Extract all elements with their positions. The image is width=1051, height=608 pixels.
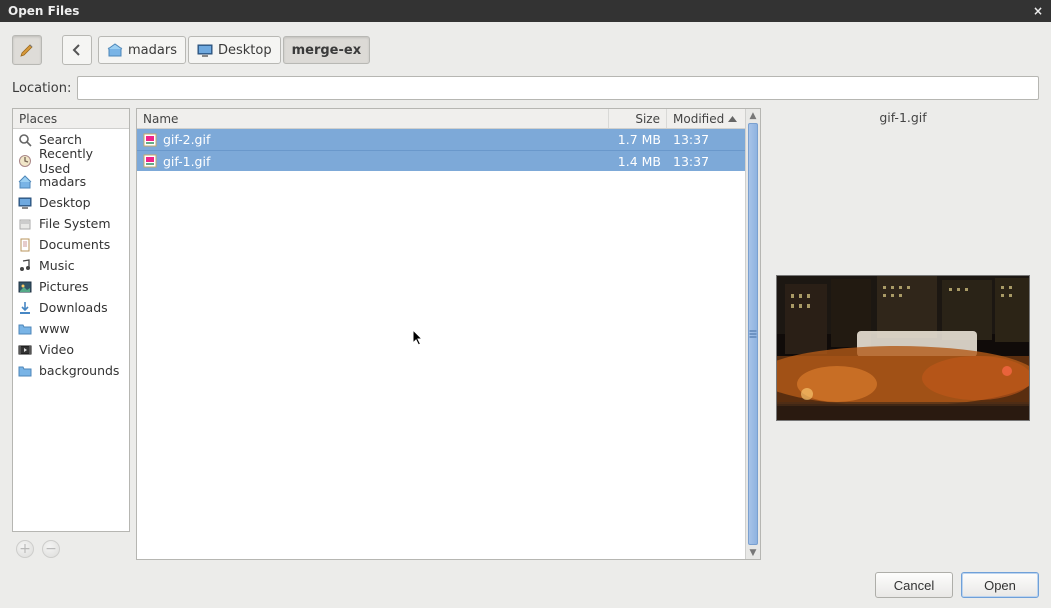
file-name: gif-1.gif xyxy=(163,154,210,169)
places-item-label: Pictures xyxy=(39,279,89,294)
preview-filename: gif-1.gif xyxy=(879,110,926,125)
breadcrumb-label: Desktop xyxy=(218,43,272,58)
file-modified: 13:37 xyxy=(667,154,745,169)
scrollbar-vertical[interactable]: ▲ ▼ xyxy=(745,109,760,559)
remove-bookmark-button[interactable]: − xyxy=(42,540,60,558)
places-item-file-system[interactable]: File System xyxy=(13,213,129,234)
desktop-icon xyxy=(17,195,33,211)
open-button[interactable]: Open xyxy=(961,572,1039,598)
recent-icon xyxy=(17,153,33,169)
places-item-label: www xyxy=(39,321,70,336)
places-item-label: Video xyxy=(39,342,74,357)
home-icon xyxy=(107,43,123,57)
location-input[interactable] xyxy=(77,76,1039,100)
file-row[interactable]: gif-2.gif 1.7 MB13:37 xyxy=(137,129,745,150)
sort-asc-icon xyxy=(728,116,737,122)
video-icon xyxy=(17,342,33,358)
places-item-pictures[interactable]: Pictures xyxy=(13,276,129,297)
dialog-buttons: Cancel Open xyxy=(12,568,1039,598)
places-item-label: backgrounds xyxy=(39,363,119,378)
doc-icon xyxy=(17,237,33,253)
file-row[interactable]: gif-1.gif 1.4 MB13:37 xyxy=(137,150,745,171)
home-icon xyxy=(17,174,33,190)
places-item-downloads[interactable]: Downloads xyxy=(13,297,129,318)
places-item-recently-used[interactable]: Recently Used xyxy=(13,150,129,171)
desktop-icon xyxy=(197,43,213,57)
preview-image xyxy=(776,275,1030,421)
file-list-panel: Name Size Modified gif-2.gif1.7 MB13:37g… xyxy=(136,108,761,560)
scroll-up-icon[interactable]: ▲ xyxy=(746,109,760,122)
titlebar[interactable]: Open Files × xyxy=(0,0,1051,22)
places-item-label: File System xyxy=(39,216,111,231)
breadcrumb: madars Desktop merge-ex xyxy=(98,36,370,64)
breadcrumb-label: madars xyxy=(128,43,177,58)
image-file-icon xyxy=(143,133,157,147)
breadcrumb-label: merge-ex xyxy=(292,43,362,58)
search-icon xyxy=(17,132,33,148)
pic-icon xyxy=(17,279,33,295)
location-label: Location: xyxy=(12,81,71,96)
image-file-icon xyxy=(143,154,157,168)
folder-icon xyxy=(17,321,33,337)
column-header-name[interactable]: Name xyxy=(137,109,609,128)
cancel-button[interactable]: Cancel xyxy=(875,572,953,598)
column-header-modified-label: Modified xyxy=(673,112,724,126)
column-header-size[interactable]: Size xyxy=(609,109,667,128)
places-item-label: Documents xyxy=(39,237,110,252)
places-item-label: Music xyxy=(39,258,75,273)
chevron-left-icon xyxy=(72,44,82,56)
column-header-modified[interactable]: Modified xyxy=(667,109,745,128)
places-item-www[interactable]: www xyxy=(13,318,129,339)
file-size: 1.4 MB xyxy=(609,154,667,169)
breadcrumb-desktop[interactable]: Desktop xyxy=(188,36,281,64)
places-item-video[interactable]: Video xyxy=(13,339,129,360)
edit-path-button[interactable] xyxy=(12,35,42,65)
file-name: gif-2.gif xyxy=(163,132,210,147)
breadcrumb-madars[interactable]: madars xyxy=(98,36,186,64)
places-item-label: Desktop xyxy=(39,195,91,210)
toolbar: madars Desktop merge-ex xyxy=(12,32,1039,68)
back-button[interactable] xyxy=(62,35,92,65)
places-item-desktop[interactable]: Desktop xyxy=(13,192,129,213)
places-item-label: madars xyxy=(39,174,86,189)
scrollbar-thumb[interactable] xyxy=(748,123,758,545)
add-bookmark-button[interactable]: + xyxy=(16,540,34,558)
download-icon xyxy=(17,300,33,316)
scroll-down-icon[interactable]: ▼ xyxy=(746,546,760,559)
file-modified: 13:37 xyxy=(667,132,745,147)
preview-panel: gif-1.gif xyxy=(767,108,1039,560)
close-icon[interactable]: × xyxy=(1033,4,1043,18)
folder-icon xyxy=(17,363,33,379)
music-icon xyxy=(17,258,33,274)
file-size: 1.7 MB xyxy=(609,132,667,147)
places-item-backgrounds[interactable]: backgrounds xyxy=(13,360,129,381)
pencil-icon xyxy=(19,42,35,58)
breadcrumb-merge-ex[interactable]: merge-ex xyxy=(283,36,371,64)
window-title: Open Files xyxy=(8,4,79,18)
places-item-documents[interactable]: Documents xyxy=(13,234,129,255)
places-panel: Places SearchRecently UsedmadarsDesktopF… xyxy=(12,108,130,532)
places-item-music[interactable]: Music xyxy=(13,255,129,276)
disk-icon xyxy=(17,216,33,232)
places-header[interactable]: Places xyxy=(13,109,129,129)
location-row: Location: xyxy=(12,76,1039,100)
places-item-label: Downloads xyxy=(39,300,108,315)
places-item-label: Recently Used xyxy=(39,146,125,176)
